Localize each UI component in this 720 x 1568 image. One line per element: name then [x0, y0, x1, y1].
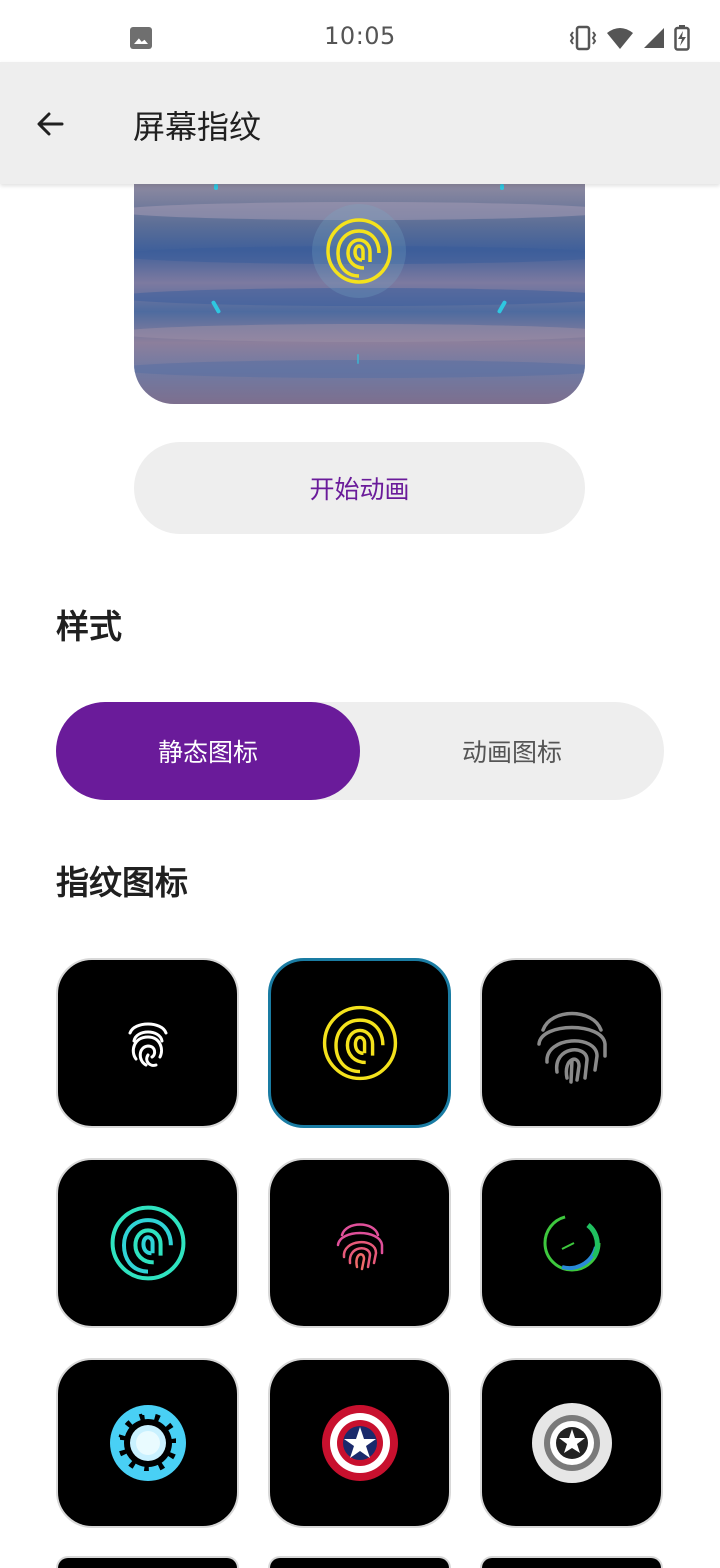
- signal-icon: [644, 28, 664, 48]
- icon-option-8[interactable]: [268, 1358, 451, 1528]
- wifi-icon: [607, 28, 633, 49]
- status-bar: 10:05: [0, 0, 720, 62]
- icon-option-5[interactable]: [268, 1158, 451, 1328]
- icon-option-1[interactable]: [56, 958, 239, 1128]
- battery-charging-icon: [674, 25, 690, 51]
- fingerprint-icons-section-title: 指纹图标: [56, 863, 188, 902]
- arc-reactor-icon: [109, 1405, 186, 1481]
- yellow-at-fingerprint-icon: [322, 1005, 397, 1081]
- icon-option-7[interactable]: [56, 1358, 239, 1528]
- arrow-left-icon: [37, 112, 64, 136]
- gray-shield-icon: [531, 1403, 612, 1483]
- style-section-title: 样式: [56, 607, 122, 646]
- icon-option-2[interactable]: [268, 958, 451, 1128]
- preview-fingerprint-icon: [312, 204, 406, 298]
- icon-option-3[interactable]: [480, 958, 663, 1128]
- fingerprint-preview: [134, 184, 585, 404]
- gray-fingerprint-icon: [536, 1011, 607, 1084]
- animated-icon-tab[interactable]: 动画图标: [360, 702, 664, 800]
- back-button[interactable]: [28, 102, 72, 146]
- icon-option-9[interactable]: [480, 1358, 663, 1528]
- green-ring-icon: [543, 1214, 600, 1272]
- start-animation-button[interactable]: 开始动画: [134, 442, 585, 534]
- pink-fingerprint-icon: [336, 1223, 383, 1271]
- system-icons: [568, 24, 690, 52]
- vibrate-icon: [569, 25, 597, 51]
- captain-shield-icon: [321, 1405, 398, 1481]
- app-bar: 屏幕指纹: [0, 62, 720, 184]
- white-fingerprint-icon: [128, 1022, 167, 1067]
- icon-option-6[interactable]: [480, 1158, 663, 1328]
- icon-option-11[interactable]: [268, 1556, 451, 1568]
- static-icon-tab[interactable]: 静态图标: [56, 702, 360, 800]
- icon-option-10[interactable]: [56, 1556, 239, 1568]
- icon-option-12[interactable]: [480, 1556, 663, 1568]
- teal-at-fingerprint-icon: [110, 1205, 185, 1281]
- style-segmented-control: 静态图标 动画图标: [56, 702, 664, 800]
- icon-option-4[interactable]: [56, 1158, 239, 1328]
- page-title: 屏幕指纹: [133, 108, 262, 146]
